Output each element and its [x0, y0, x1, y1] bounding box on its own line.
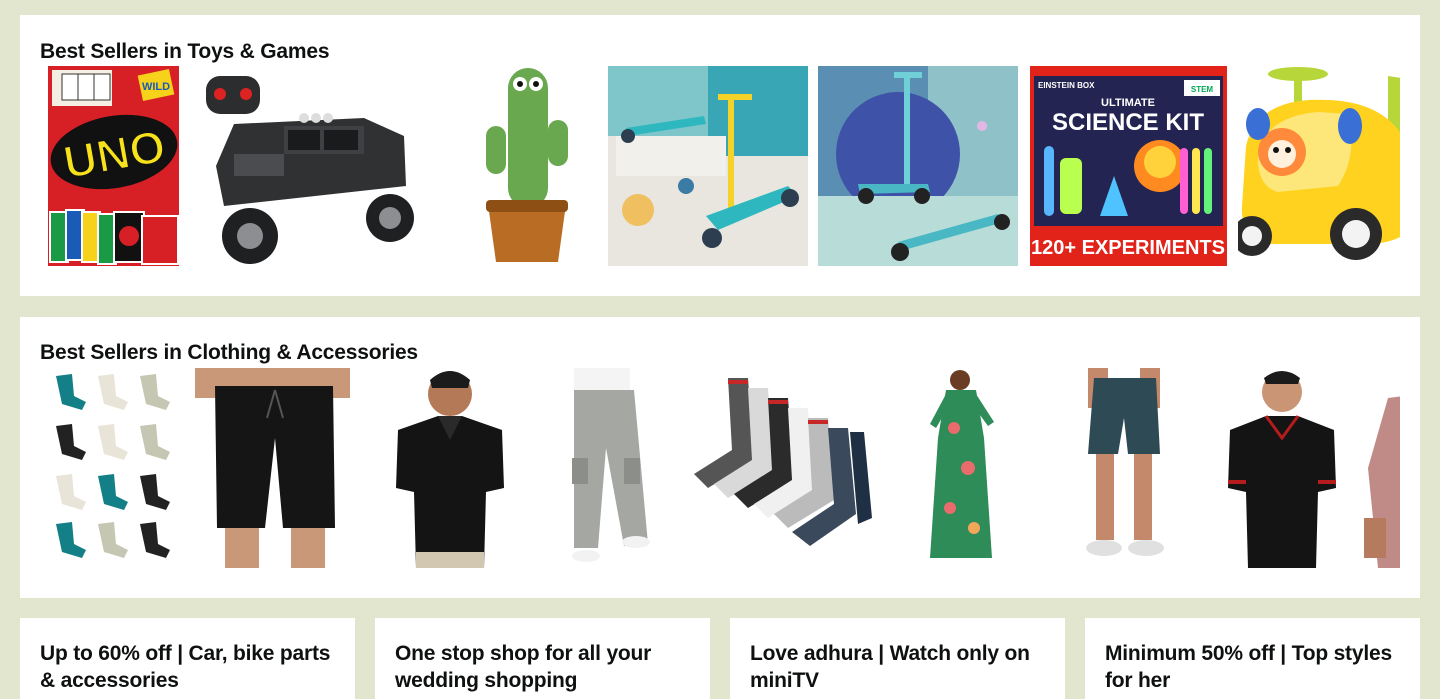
black-shorts-image	[195, 368, 350, 568]
cargo-pants-image	[538, 368, 678, 568]
science-kit-experiments: 120+ EXPERIMENTS	[1031, 237, 1225, 259]
toys-panel-title[interactable]: Best Sellers in Toys & Games	[40, 40, 330, 64]
card-wedding-shopping-title[interactable]: One stop shop for all your wedding shopp…	[395, 640, 690, 694]
science-kit-stem-tag: STEM	[1191, 85, 1214, 94]
toys-best-sellers-panel: Best Sellers in Toys & Games WILD UNO EI…	[20, 15, 1420, 296]
rc-truck-image	[194, 66, 424, 266]
sports-socks-image	[688, 368, 888, 568]
product-rc-truck[interactable]	[194, 66, 424, 266]
science-kit-brand: EINSTEIN BOX	[1038, 81, 1095, 90]
uno-box-image: WILD UNO	[48, 66, 179, 266]
science-kit-image: EINSTEIN BOX STEM ULTIMATE SCIENCE KIT 1…	[1030, 66, 1227, 266]
card-top-styles-her-title[interactable]: Minimum 50% off | Top styles for her	[1105, 640, 1400, 694]
product-dancing-cactus[interactable]	[448, 66, 598, 266]
clothing-carousel	[48, 368, 1400, 568]
product-ride-on-car[interactable]	[1238, 66, 1400, 266]
product-pink-shirt[interactable]	[1358, 368, 1400, 568]
science-kit-subheading: ULTIMATE	[1101, 97, 1155, 109]
card-minitv-title[interactable]: Love adhura | Watch only on miniTV	[750, 640, 1045, 694]
ankle-socks-image	[48, 368, 179, 568]
card-car-bike-parts-title[interactable]: Up to 60% off | Car, bike parts & access…	[40, 640, 335, 694]
clothing-panel-title[interactable]: Best Sellers in Clothing & Accessories	[40, 341, 418, 365]
scooter-teal-image	[608, 66, 808, 266]
toys-carousel: WILD UNO EINSTEIN BOX STEM ULTIMATE SCIE…	[48, 66, 1400, 266]
black-polo-tipped-image	[1218, 368, 1348, 568]
cactus-image	[448, 66, 598, 266]
card-car-bike-parts[interactable]: Up to 60% off | Car, bike parts & access…	[20, 618, 355, 699]
pink-shirt-image	[1358, 368, 1400, 568]
product-cargo-pants[interactable]	[538, 368, 678, 568]
product-black-polo-tipped[interactable]	[1218, 368, 1348, 568]
product-black-shorts[interactable]	[195, 368, 350, 568]
product-kids-scooter-teal[interactable]	[608, 66, 808, 266]
product-kids-scooter-blue[interactable]	[818, 66, 1018, 266]
product-sports-socks[interactable]	[688, 368, 888, 568]
product-science-kit[interactable]: EINSTEIN BOX STEM ULTIMATE SCIENCE KIT 1…	[1030, 66, 1227, 266]
card-top-styles-her[interactable]: Minimum 50% off | Top styles for her	[1085, 618, 1420, 699]
card-minitv[interactable]: Love adhura | Watch only on miniTV	[730, 618, 1065, 699]
uno-wild-badge: WILD	[142, 81, 170, 93]
black-polo-image	[378, 368, 528, 568]
scooter-blue-image	[818, 66, 1018, 266]
ride-on-car-image	[1238, 66, 1400, 266]
clothing-best-sellers-panel: Best Sellers in Clothing & Accessories	[20, 317, 1420, 598]
teal-shorts-image	[1068, 368, 1178, 568]
product-uno-cards[interactable]: WILD UNO	[48, 66, 179, 266]
floral-dress-image	[908, 368, 1008, 568]
product-floral-dress[interactable]	[908, 368, 1008, 568]
product-black-polo[interactable]	[378, 368, 528, 568]
product-teal-shorts[interactable]	[1068, 368, 1178, 568]
science-kit-heading: SCIENCE KIT	[1052, 109, 1204, 136]
card-wedding-shopping[interactable]: One stop shop for all your wedding shopp…	[375, 618, 710, 699]
product-ankle-socks[interactable]	[48, 368, 179, 568]
